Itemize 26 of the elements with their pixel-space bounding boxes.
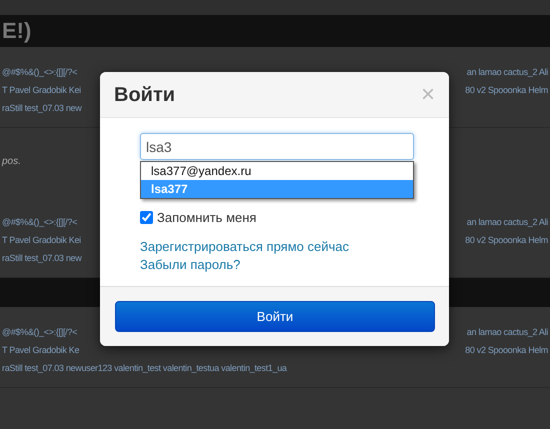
login-field[interactable]: lsa3 xyxy=(140,133,414,160)
dialog-title: Войти xyxy=(114,82,176,108)
user-list-text: raStill test_07.03 newuser123 valentin_test valentin_testua valentin_test1_ua xyxy=(2,362,287,375)
autocomplete-item[interactable]: lsa377 xyxy=(141,180,413,198)
remember-label: Запомнить меня xyxy=(157,209,256,227)
user-list-text: an lamao cactus_2 Ali xyxy=(466,326,548,339)
user-list-text: T Pavel Gradobik Ke xyxy=(2,344,80,357)
section-heading: E!) xyxy=(1,18,32,43)
user-list-text: an lamao cactus_2 Ali xyxy=(466,66,548,79)
remember-checkbox[interactable] xyxy=(140,211,153,224)
note-text: pos. xyxy=(2,156,21,167)
link[interactable]: Зарегистрироваться прямо сейчас xyxy=(140,238,414,256)
user-list-text: 80 v2 Spooonka Helm xyxy=(465,84,548,97)
autocomplete-item[interactable]: lsa377@yandex.ru xyxy=(141,162,413,180)
user-list-text: raStill test_07.03 new xyxy=(2,102,82,115)
user-list-text: @#$%&()_<>:{[][/?< xyxy=(2,66,78,79)
user-list-text: raStill test_07.03 new xyxy=(2,252,82,265)
link[interactable]: Забыли пароль? xyxy=(140,256,414,274)
user-list-text: T Pavel Gradobik Kei xyxy=(2,234,81,247)
login-button[interactable]: Войти xyxy=(115,301,435,332)
user-list-text: @#$%&()_<>:{[][/?< xyxy=(2,216,78,229)
user-list-text: 80 v2 Spooonka Helm xyxy=(465,344,548,357)
user-list-text: an lamao cactus_2 Ali xyxy=(466,216,548,229)
user-list-text: 80 v2 Spooonka Helm xyxy=(465,234,548,247)
user-list-text: T Pavel Gradobik Kei xyxy=(2,84,81,97)
user-list-text: @#$%&()_<>:{[][/?< xyxy=(2,326,78,339)
